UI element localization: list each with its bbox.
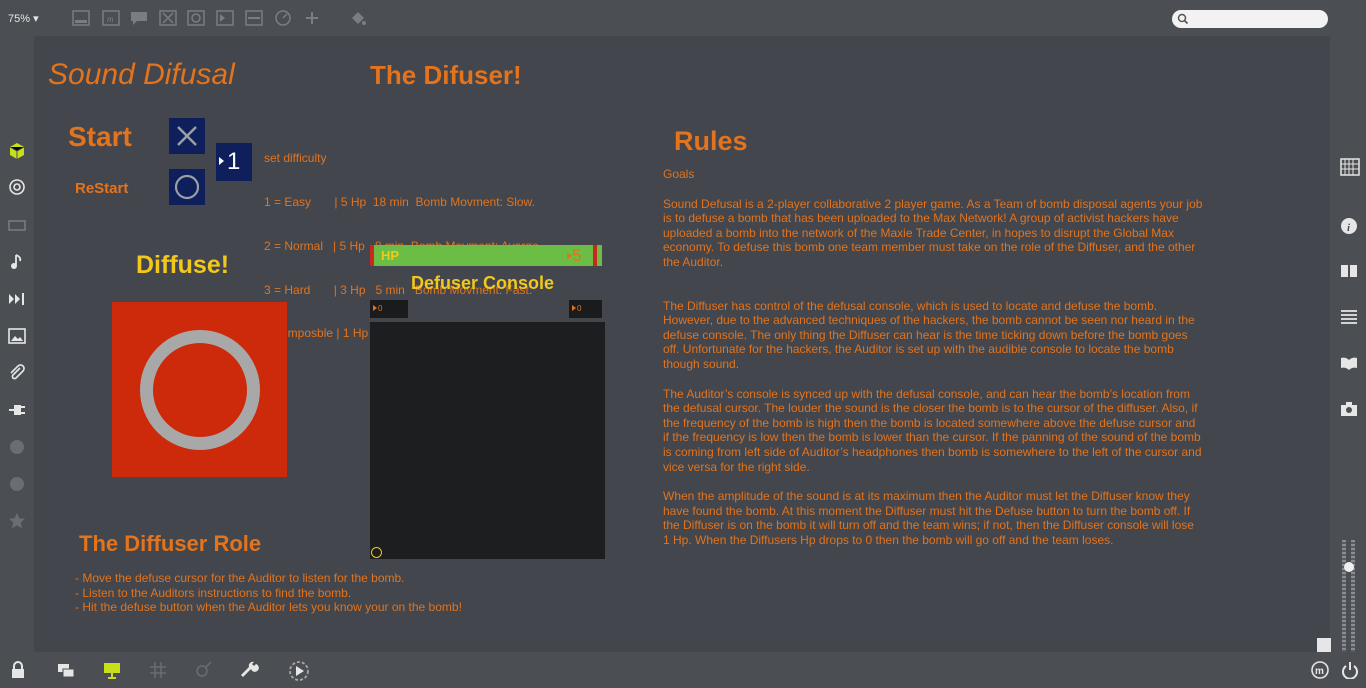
comment-icon[interactable] [130, 10, 148, 26]
toggle-icon[interactable] [159, 10, 177, 26]
sequence-icon[interactable] [8, 290, 26, 308]
y-coordinate-box[interactable]: 0 [569, 300, 602, 318]
beap-icon[interactable] [8, 475, 26, 493]
power-icon[interactable] [1340, 661, 1360, 680]
rules-comment: Goals Sound Defusal is a 2-player collab… [663, 167, 1203, 547]
number-arrow-icon [572, 305, 576, 311]
top-toolbar: 75% ▾ m [0, 0, 1366, 36]
lock-icon[interactable] [8, 661, 28, 679]
list-icon[interactable] [1340, 308, 1358, 326]
music-note-icon[interactable] [8, 253, 26, 271]
star-icon[interactable] [8, 512, 26, 530]
play-circle-icon[interactable] [288, 661, 309, 681]
meter-right [1351, 540, 1355, 652]
rules-paragraph: The Diffuser has control of the defusal … [663, 298, 1195, 371]
grid-toggle-icon[interactable] [148, 661, 168, 679]
start-label: Start [68, 121, 132, 152]
target-icon[interactable] [8, 178, 26, 196]
reference-icon[interactable] [1340, 354, 1358, 372]
number-arrow-icon [373, 305, 377, 311]
plug-icon[interactable] [8, 401, 26, 419]
right-sidebar: i [1330, 36, 1366, 652]
difficulty-line: 1 = Easy | 5 Hp 18 min Bomb Movment: Slo… [264, 194, 535, 209]
start-toggle[interactable] [169, 118, 205, 154]
hp-value: 5 [572, 246, 582, 265]
volume-slider[interactable] [1342, 540, 1356, 652]
close-icon [177, 126, 197, 146]
max-logo-icon[interactable]: m [1310, 661, 1330, 679]
x-coordinate-box[interactable]: 0 [370, 300, 408, 318]
patch-subtitle: The Difuser! [370, 60, 522, 90]
windows-icon[interactable] [56, 661, 76, 679]
book-icon[interactable] [1340, 262, 1358, 280]
keyboard-icon[interactable] [8, 216, 26, 234]
slider-knob[interactable] [1344, 562, 1354, 572]
difficulty-line: set difficulty [264, 151, 327, 166]
meter-left [1342, 540, 1346, 652]
number-box-icon[interactable] [216, 10, 234, 26]
patch-title: Sound Difusal [48, 58, 235, 91]
hp-label: HP [381, 248, 400, 263]
camera-icon[interactable] [1340, 400, 1358, 418]
restart-label: ReStart [75, 180, 129, 197]
resize-handle[interactable] [1317, 638, 1331, 652]
bottom-toolbar: m [0, 652, 1366, 688]
rules-paragraph: The Auditor’s console is synced up with … [663, 386, 1202, 474]
role-line: - Listen to the Auditors instructions to… [75, 585, 352, 600]
slider-icon[interactable] [245, 10, 263, 26]
number-arrow-icon [219, 157, 224, 165]
rules-goals: Goals [663, 167, 695, 181]
vizzie-icon[interactable] [8, 438, 26, 456]
image-icon[interactable] [8, 327, 26, 345]
diffuse-label: Diffuse! [136, 251, 230, 279]
hp-meter[interactable]: HP 5 [370, 245, 602, 266]
dial-icon[interactable] [274, 10, 292, 26]
bang-icon[interactable] [187, 10, 205, 26]
zoom-menu[interactable]: 75% ▾ [8, 12, 39, 25]
wrench-icon[interactable] [240, 661, 260, 679]
left-sidebar [0, 36, 34, 652]
info-icon[interactable]: i [1340, 217, 1358, 235]
role-line: - Hit the defuse button when the Auditor… [75, 600, 462, 615]
bang-circle-icon [174, 174, 200, 200]
role-line: - Move the defuse cursor for the Auditor… [75, 571, 405, 585]
rules-paragraph: When the amplitude of the sound is at it… [663, 489, 1194, 547]
role-title: The Diffuser Role [79, 531, 262, 556]
snap-icon[interactable] [194, 661, 214, 679]
search-icon [1177, 13, 1189, 25]
new-message-icon[interactable]: m [102, 10, 120, 26]
paperclip-icon[interactable] [8, 364, 26, 382]
svg-text:m: m [1315, 666, 1324, 677]
diffuse-button[interactable] [112, 302, 287, 477]
console-label: Defuser Console [411, 273, 555, 293]
grid-icon[interactable] [1340, 158, 1360, 176]
add-icon[interactable] [303, 10, 321, 26]
difficulty-number-box[interactable]: 1 [216, 143, 252, 181]
diffuse-ring-icon [140, 330, 260, 450]
svg-text:m: m [107, 14, 114, 24]
role-comment: - Move the defuse cursor for the Auditor… [75, 571, 462, 615]
max-patcher-window: 75% ▾ m Sound Difusal The Difuser! Start… [0, 0, 1366, 688]
defuse-cursor[interactable] [371, 547, 382, 558]
hp-end-marker [593, 245, 597, 266]
cube-icon[interactable] [8, 142, 26, 160]
rules-title: Rules [674, 126, 748, 156]
defuser-console-pad[interactable] [370, 322, 605, 559]
restart-bang[interactable] [169, 169, 205, 205]
new-object-icon[interactable] [72, 10, 90, 26]
paint-bucket-icon[interactable] [349, 10, 367, 26]
presentation-icon[interactable] [102, 661, 122, 679]
rules-paragraph: Sound Defusal is a 2-player collaborativ… [663, 196, 1203, 269]
search-input[interactable] [1172, 10, 1328, 28]
